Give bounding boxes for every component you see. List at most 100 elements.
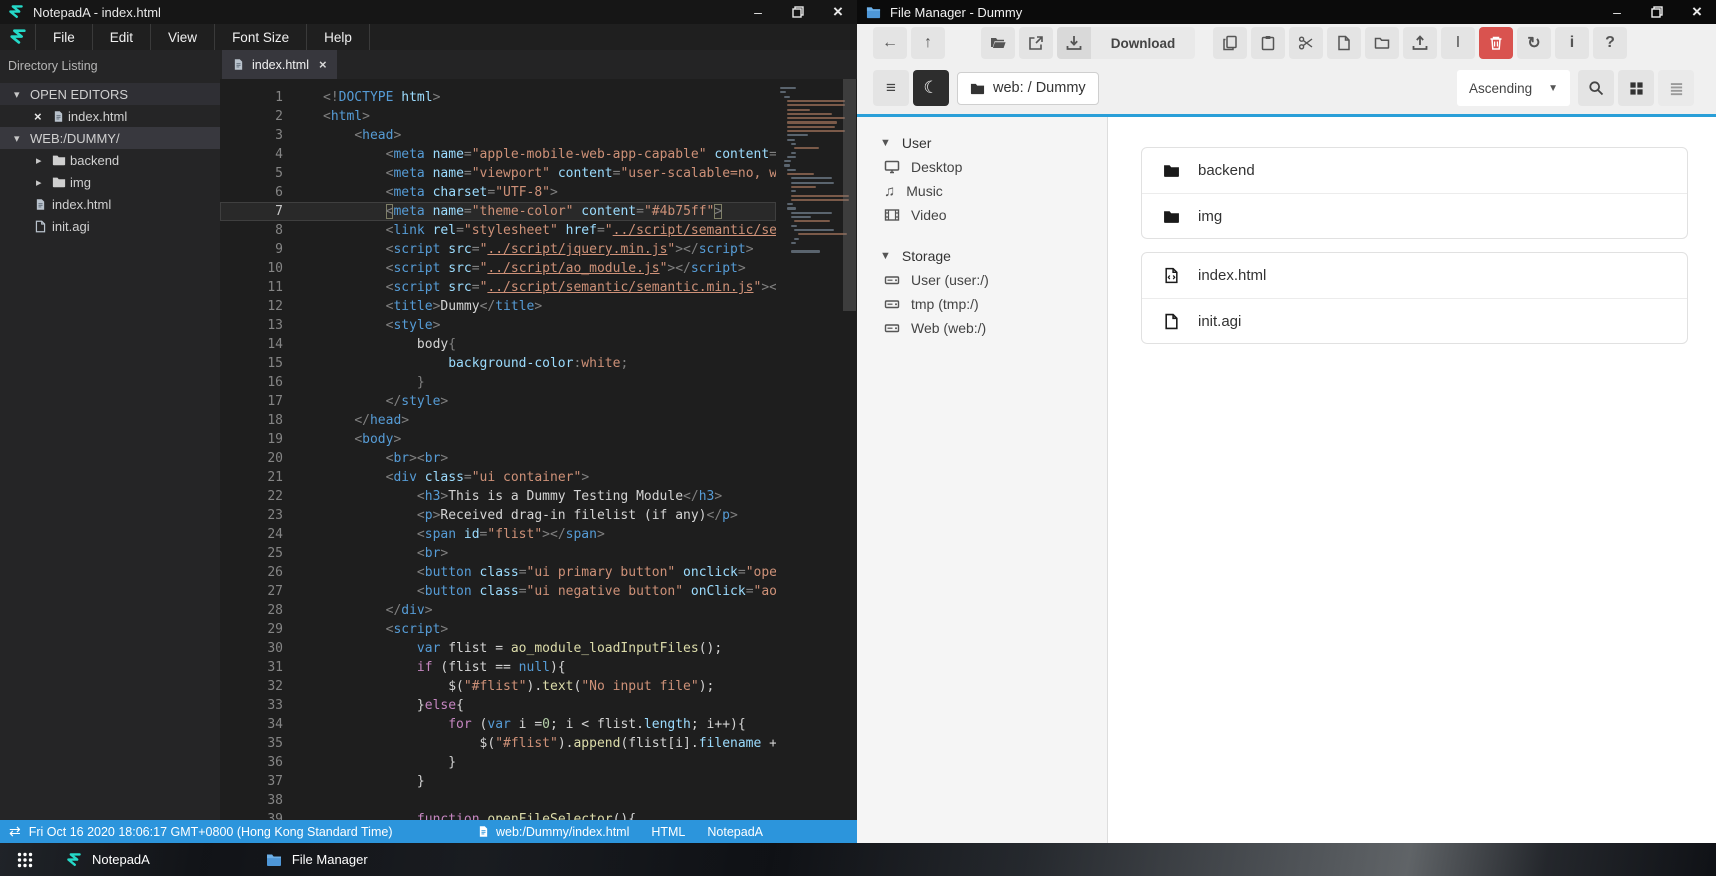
code-line[interactable]: 23 <p>Received drag-in filelist (if any)… xyxy=(220,506,776,525)
breadcrumb[interactable]: web: / Dummy xyxy=(957,71,1099,105)
file-row-index-html[interactable]: index.html xyxy=(1142,253,1687,298)
code-line[interactable]: 26 <button class="ui primary button" onc… xyxy=(220,563,776,582)
code-line[interactable]: 35 $("#flist").append(flist[i].filename … xyxy=(220,734,776,753)
cut-button[interactable] xyxy=(1289,27,1323,59)
properties-button[interactable]: i xyxy=(1555,27,1589,59)
code-line[interactable]: 20 <br><br> xyxy=(220,449,776,468)
sort-order-dropdown[interactable]: Ascending ▼ xyxy=(1457,70,1570,106)
editor-scrollbar[interactable] xyxy=(843,79,856,311)
open-editors[interactable]: ▾ OPEN EDITORS xyxy=(0,83,220,105)
workspace-web-dummy[interactable]: ▾ WEB:/DUMMY/ xyxy=(0,127,220,149)
menu-item-file[interactable]: File xyxy=(36,24,93,50)
status-file-path[interactable]: web:/Dummy/index.html xyxy=(496,825,629,839)
fm-sidebar-item-video[interactable]: Video xyxy=(857,203,1107,227)
code-line[interactable]: 27 <button class="ui negative button" on… xyxy=(220,582,776,601)
tab-index-html[interactable]: index.html × xyxy=(222,50,337,79)
code-line[interactable]: 6 <meta charset="UTF-8"> xyxy=(220,183,776,202)
code-editor[interactable]: 1 <!DOCTYPE html> 2 <html> 3 <head> 4 <meta n… xyxy=(220,79,857,820)
code-line[interactable]: 37 } xyxy=(220,772,776,791)
code-line[interactable]: 18 </head> xyxy=(220,411,776,430)
code-line[interactable]: 39 function openFileSelector(){ xyxy=(220,810,776,820)
paste-button[interactable] xyxy=(1251,27,1285,59)
code-line[interactable]: 16 } xyxy=(220,373,776,392)
code-line[interactable]: 17 </style> xyxy=(220,392,776,411)
code-line[interactable]: 30 var flist = ao_module_loadInputFiles(… xyxy=(220,639,776,658)
rename-button[interactable]: I xyxy=(1441,27,1475,59)
refresh-button[interactable]: ↻ xyxy=(1517,27,1551,59)
code-line[interactable]: 28 </div> xyxy=(220,601,776,620)
tree-item-index-html[interactable]: index.html xyxy=(0,193,220,215)
open-in-new-button[interactable] xyxy=(1019,27,1053,59)
restore-icon[interactable] xyxy=(1644,0,1670,24)
fm-sidebar-item-user-user[interactable]: User (user:/) xyxy=(857,268,1107,292)
taskbar-app-file-manager[interactable]: File Manager xyxy=(256,843,378,876)
file-row-init-agi[interactable]: init.agi xyxy=(1142,298,1687,343)
code-line[interactable]: 14 body{ xyxy=(220,335,776,354)
up-button[interactable]: ↑ xyxy=(911,27,945,59)
upload-button[interactable] xyxy=(1403,27,1437,59)
code-line[interactable]: 21 <div class="ui container"> xyxy=(220,468,776,487)
menu-item-view[interactable]: View xyxy=(151,24,216,50)
restore-icon[interactable] xyxy=(785,0,811,24)
code-line[interactable]: 7 <meta name="theme-color" content="#4b7… xyxy=(220,202,776,221)
code-line[interactable]: 36 } xyxy=(220,753,776,772)
close-icon[interactable]: × xyxy=(34,109,42,124)
code-line[interactable]: 5 <meta name="viewport" content="user-sc… xyxy=(220,164,776,183)
fm-sidebar-section-user[interactable]: ▼ User xyxy=(857,131,1107,155)
code-line[interactable]: 3 <head> xyxy=(220,126,776,145)
code-line[interactable]: 4 <meta name="apple-mobile-web-app-capab… xyxy=(220,145,776,164)
code-line[interactable]: 8 <link rel="stylesheet" href="../script… xyxy=(220,221,776,240)
grid-view-icon[interactable] xyxy=(1618,70,1654,106)
code-line[interactable]: 2 <html> xyxy=(220,107,776,126)
code-line[interactable]: 10 <script src="../script/ao_module.js">… xyxy=(220,259,776,278)
taskbar-app-notepada[interactable]: NotepadA xyxy=(56,843,160,876)
code-line[interactable]: 13 <style> xyxy=(220,316,776,335)
minimize-icon[interactable]: – xyxy=(745,0,771,24)
tree-item-img[interactable]: ▸ img xyxy=(0,171,220,193)
status-language[interactable]: HTML xyxy=(651,825,685,839)
app-launcher-grid-icon[interactable] xyxy=(10,847,40,873)
fm-sidebar-section-storage[interactable]: ▼ Storage xyxy=(857,244,1107,268)
code-line[interactable]: 24 <span id="flist"></span> xyxy=(220,525,776,544)
code-line[interactable]: 38 xyxy=(220,791,776,810)
menu-hamburger-icon[interactable]: ≡ xyxy=(873,70,909,106)
code-line[interactable]: 11 <script src="../script/semantic/seman… xyxy=(220,278,776,297)
code-line[interactable]: 34 for (var i =0; i < flist.length; i++)… xyxy=(220,715,776,734)
new-folder-button[interactable] xyxy=(1365,27,1399,59)
back-button[interactable]: ← xyxy=(873,27,907,59)
code-line[interactable]: 32 $("#flist").text("No input file"); xyxy=(220,677,776,696)
file-row-backend[interactable]: backend xyxy=(1142,148,1687,193)
open-editor-index-html[interactable]: × index.html xyxy=(0,105,220,127)
open-folder-button[interactable] xyxy=(981,27,1015,59)
file-row-img[interactable]: img xyxy=(1142,193,1687,238)
code-line[interactable]: 22 <h3>This is a Dummy Testing Module</h… xyxy=(220,487,776,506)
fm-sidebar-item-web-web[interactable]: Web (web:/) xyxy=(857,316,1107,340)
search-icon[interactable] xyxy=(1578,70,1614,106)
menu-item-help[interactable]: Help xyxy=(307,24,370,50)
list-view-icon[interactable] xyxy=(1658,70,1694,106)
copy-button[interactable] xyxy=(1213,27,1247,59)
download-button[interactable]: Download xyxy=(1057,27,1195,59)
tree-item-backend[interactable]: ▸ backend xyxy=(0,149,220,171)
code-line[interactable]: 33 }else{ xyxy=(220,696,776,715)
code-line[interactable]: 31 if (flist == null){ xyxy=(220,658,776,677)
code-line[interactable]: 29 <script> xyxy=(220,620,776,639)
close-icon[interactable]: × xyxy=(825,0,851,24)
code-line[interactable]: 9 <script src="../script/jquery.min.js">… xyxy=(220,240,776,259)
help-button[interactable]: ? xyxy=(1593,27,1627,59)
fm-sidebar-item-tmp-tmp[interactable]: tmp (tmp:/) xyxy=(857,292,1107,316)
code-line[interactable]: 15 background-color:white; xyxy=(220,354,776,373)
dark-mode-moon-icon[interactable]: ☾ xyxy=(913,70,949,106)
code-line[interactable]: 1 <!DOCTYPE html> xyxy=(220,88,776,107)
menu-item-font-size[interactable]: Font Size xyxy=(215,24,308,50)
delete-button[interactable] xyxy=(1479,27,1513,59)
tree-item-init-agi[interactable]: init.agi xyxy=(0,215,220,237)
code-line[interactable]: 25 <br> xyxy=(220,544,776,563)
close-icon[interactable]: × xyxy=(1684,0,1710,24)
fm-sidebar-item-music[interactable]: ♫ Music xyxy=(857,179,1107,203)
new-file-button[interactable] xyxy=(1327,27,1361,59)
tab-close-icon[interactable]: × xyxy=(319,57,327,72)
fm-sidebar-item-desktop[interactable]: Desktop xyxy=(857,155,1107,179)
code-line[interactable]: 12 <title>Dummy</title> xyxy=(220,297,776,316)
menu-item-edit[interactable]: Edit xyxy=(93,24,152,50)
